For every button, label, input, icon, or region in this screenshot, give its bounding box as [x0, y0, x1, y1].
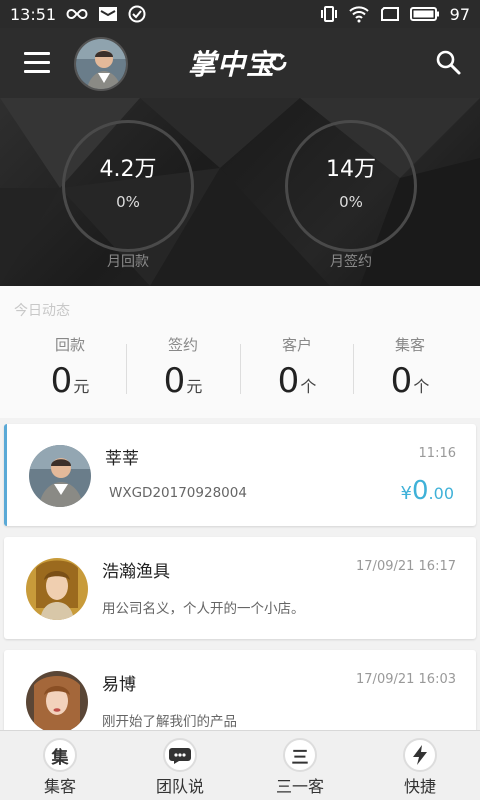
stat-number: 0	[50, 361, 73, 401]
vibrate-icon	[320, 5, 338, 23]
monthly-summary-panel: 4.2万 0% 月回款 14万 0% 月签约	[0, 98, 480, 286]
monthly-payment-label: 月回款	[107, 254, 149, 270]
feed-card-customer[interactable]: 易博 17/09/21 16:03 刚开始了解我们的产品	[4, 650, 476, 740]
monthly-payment-ring[interactable]: 4.2万 0%	[62, 120, 194, 252]
feed-name: 莘莘	[105, 449, 139, 469]
stat-unit: 元	[73, 377, 90, 396]
stat-signing[interactable]: 签约 0元	[126, 334, 240, 401]
tab-sanyi[interactable]: 三 三一客	[240, 731, 360, 800]
feed-note: 刚开始了解我们的产品	[102, 714, 237, 730]
tab-label: 三一客	[275, 777, 324, 796]
stat-value: 0元	[126, 361, 240, 401]
battery-icon	[409, 6, 440, 22]
hamburger-icon	[24, 52, 50, 55]
battery-level: 97	[449, 4, 470, 24]
tab-label: 团队说	[155, 777, 204, 796]
stat-unit: 个	[413, 377, 430, 396]
feed-time: 17/09/21 16:03	[356, 672, 456, 687]
feed-name: 浩瀚渔具	[102, 562, 170, 582]
stat-label: 回款	[54, 336, 85, 354]
stat-label: 签约	[167, 336, 198, 354]
stat-label: 集客	[394, 336, 425, 354]
wifi-icon	[348, 5, 370, 23]
monthly-payment-percent: 0%	[116, 193, 140, 211]
infinity-icon	[66, 8, 88, 20]
mail-icon	[98, 6, 118, 22]
feed-time: 17/09/21 16:17	[356, 559, 456, 574]
stat-collect[interactable]: 集客 0个	[353, 334, 467, 401]
check-circle-icon	[128, 5, 146, 23]
hamburger-line	[24, 70, 50, 73]
order-amount: ¥0.00	[401, 476, 454, 506]
feed-time: 11:16	[418, 446, 456, 461]
sanyi-icon: 三	[283, 738, 317, 772]
stat-number: 0	[163, 361, 186, 401]
status-time: 13:51	[10, 4, 57, 24]
monthly-signing-value: 14万	[326, 157, 376, 182]
app-bar: 掌中宝	[0, 28, 480, 98]
stat-label: 客户	[281, 336, 312, 354]
feed-name: 易博	[102, 675, 136, 695]
stat-customers[interactable]: 客户 0个	[240, 334, 354, 401]
tab-label: 快捷	[403, 777, 436, 796]
screen-icon	[380, 6, 400, 22]
amount-integer: 0	[412, 476, 429, 506]
tab-label: 集客	[43, 777, 76, 796]
order-number: WXGD20170928004	[109, 485, 247, 501]
bottom-tab-bar: 集 集客 团队说 三 三一客 快捷	[0, 730, 480, 800]
today-title: 今日动态	[14, 303, 70, 319]
stat-value: 0个	[353, 361, 467, 401]
stat-number: 0	[390, 361, 413, 401]
monthly-signing-ring[interactable]: 14万 0%	[285, 120, 417, 252]
feed-card-customer[interactable]: 浩瀚渔具 17/09/21 16:17 用公司名义，个人开的一个小店。	[4, 537, 476, 639]
avatar-image	[76, 39, 126, 89]
refresh-icon[interactable]	[266, 50, 290, 74]
feed-avatar	[29, 445, 91, 507]
status-bar: 13:51 97	[0, 0, 480, 28]
chat-icon	[163, 738, 197, 772]
hamburger-line	[24, 61, 50, 64]
tab-shortcut[interactable]: 快捷	[360, 731, 480, 800]
feed-avatar	[26, 558, 88, 620]
menu-button[interactable]	[24, 52, 50, 74]
stat-payment[interactable]: 回款 0元	[13, 334, 127, 401]
stat-unit: 个	[300, 377, 317, 396]
today-activity-panel: 今日动态 回款 0元 签约 0元 客户 0个 集客 0个	[0, 286, 480, 418]
currency-symbol: ¥	[400, 483, 412, 504]
tab-team-talk[interactable]: 团队说	[120, 731, 240, 800]
tab-collect[interactable]: 集 集客	[0, 731, 120, 800]
monthly-signing-percent: 0%	[339, 193, 363, 211]
stat-value: 0元	[13, 361, 127, 401]
collect-icon: 集	[43, 738, 77, 772]
feed-card-order[interactable]: 莘莘 11:16 WXGD20170928004 ¥0.00	[4, 424, 476, 526]
feed-avatar	[26, 671, 88, 733]
lightning-icon	[403, 738, 437, 772]
monthly-signing-label: 月签约	[330, 254, 372, 270]
feed-note: 用公司名义，个人开的一个小店。	[102, 601, 305, 617]
monthly-payment-value: 4.2万	[99, 157, 157, 182]
search-icon[interactable]	[434, 48, 462, 76]
brand-logo: 掌中宝	[188, 48, 276, 81]
stat-value: 0个	[240, 361, 354, 401]
user-avatar[interactable]	[74, 37, 128, 91]
amount-decimal: .00	[428, 484, 454, 503]
stat-unit: 元	[186, 377, 203, 396]
stat-number: 0	[277, 361, 300, 401]
